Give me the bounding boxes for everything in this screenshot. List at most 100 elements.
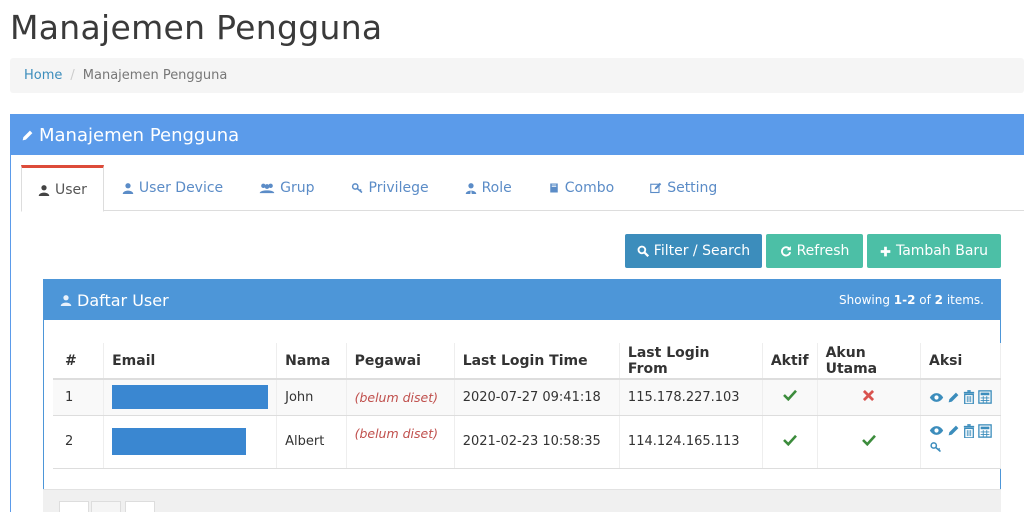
edit-icon [650, 182, 662, 194]
user-list-heading: Daftar User Showing 1-2 of 2 items. [44, 280, 1000, 320]
key-icon [351, 183, 363, 194]
user-icon [38, 184, 50, 196]
row-num: 1 [53, 379, 105, 416]
row-aksi [920, 379, 1001, 416]
add-new-label: Tambah Baru [895, 243, 989, 259]
tab-combo[interactable]: Combo [530, 165, 632, 211]
add-new-button[interactable]: Tambah Baru [867, 234, 1001, 268]
tab-user-device[interactable]: User Device [104, 165, 241, 211]
pagination-page[interactable] [91, 501, 121, 512]
tab-label: Grup [280, 180, 315, 196]
view-eye-icon[interactable] [929, 425, 944, 436]
table-header-row: # Email Nama Pegawai Last Login Time Las… [53, 343, 1001, 380]
page-title: Manajemen Pengguna [10, 8, 383, 47]
tab-user[interactable]: User [21, 165, 104, 212]
email-cell-redacted [103, 379, 278, 416]
tab-label: User [55, 181, 87, 198]
refresh-button[interactable]: Refresh [766, 234, 863, 268]
row-aktif [762, 415, 818, 469]
redaction-block [112, 385, 269, 410]
header-aksi: Aksi [920, 343, 1001, 380]
trash-icon[interactable] [963, 423, 975, 438]
row-num: 2 [53, 415, 105, 469]
header-pegawai[interactable]: Pegawai [346, 343, 455, 380]
table-row: 1 John (belum diset) 2020-07-27 09:41:18… [53, 379, 1001, 416]
cross-icon [863, 389, 875, 401]
summary-suffix: items. [943, 293, 984, 307]
tab-label: User Device [138, 180, 224, 196]
panel-heading: Manajemen Pengguna [11, 115, 1024, 155]
trash-icon[interactable] [963, 390, 975, 405]
user-icon [122, 183, 134, 194]
row-aksi [920, 415, 1001, 469]
header-num[interactable]: # [53, 343, 105, 380]
summary-of: of [915, 293, 935, 307]
row-last-login-from: 114.124.165.113 [619, 415, 763, 469]
header-nama[interactable]: Nama [276, 343, 347, 380]
row-aktif [762, 379, 818, 416]
table-row: 2 Albert (belum diset) 2021-02-23 10:58:… [53, 415, 1001, 469]
breadcrumb-current: Manajemen Pengguna [82, 68, 228, 83]
row-last-login-from: 115.178.227.103 [619, 379, 763, 416]
header-last-login-from[interactable]: Last Login From [619, 343, 763, 380]
pagination-next[interactable] [125, 501, 155, 512]
user-table: # Email Nama Pegawai Last Login Time Las… [53, 343, 1001, 469]
calculator-icon[interactable] [978, 423, 992, 438]
book-icon [550, 183, 558, 193]
calculator-icon[interactable] [978, 390, 992, 405]
tab-label: Combo [564, 180, 615, 196]
header-last-login-time[interactable]: Last Login Time [454, 343, 620, 380]
tab-privilege[interactable]: Privilege [333, 165, 447, 211]
panel-title: Manajemen Pengguna [39, 124, 240, 146]
check-icon [782, 434, 797, 446]
email-cell-redacted [103, 415, 278, 469]
row-nama: John [276, 379, 347, 416]
tab-bar: User User Device Grup Privilege Role Com… [21, 165, 1024, 212]
key-icon[interactable] [929, 441, 943, 453]
summary-total: 2 [934, 293, 943, 307]
tab-label: Setting [667, 180, 718, 196]
user-list-title-text: Daftar User [77, 290, 169, 310]
refresh-label: Refresh [796, 243, 850, 259]
row-akun-utama [817, 379, 922, 416]
user-tie-icon [465, 183, 476, 194]
header-akun-utama[interactable]: Akun Utama [817, 343, 922, 380]
tab-setting[interactable]: Setting [632, 165, 735, 211]
refresh-icon [780, 246, 791, 257]
pencil-icon [22, 130, 33, 140]
check-icon [782, 390, 797, 402]
pagination-area [43, 489, 1001, 512]
row-akun-utama [817, 415, 922, 469]
user-list-title: Daftar User [60, 291, 169, 310]
pagination-prev[interactable] [59, 501, 89, 512]
breadcrumb-home-link[interactable]: Home [24, 68, 62, 83]
tab-grup[interactable]: Grup [241, 165, 332, 211]
redaction-block [112, 428, 247, 455]
summary-range: 1-2 [893, 293, 916, 307]
header-email[interactable]: Email [103, 343, 278, 380]
tab-role[interactable]: Role [447, 165, 530, 211]
plus-icon [880, 246, 891, 256]
row-pegawai: (belum diset) [346, 415, 455, 469]
view-eye-icon[interactable] [929, 392, 944, 403]
row-last-login-time: 2020-07-27 09:41:18 [454, 379, 620, 416]
search-icon [637, 245, 649, 257]
row-pegawai: (belum diset) [346, 379, 455, 416]
breadcrumb: Home / Manajemen Pengguna [10, 58, 1024, 93]
users-icon [259, 183, 275, 194]
user-icon [60, 295, 72, 306]
summary-prefix: Showing [839, 293, 894, 307]
check-icon [861, 434, 876, 446]
tab-label: Role [481, 180, 512, 196]
pagination-summary: Showing 1-2 of 2 items. [839, 293, 984, 307]
tab-label: Privilege [368, 180, 429, 196]
filter-search-button[interactable]: Filter / Search [625, 234, 762, 268]
edit-pencil-icon[interactable] [947, 391, 960, 404]
breadcrumb-separator: / [70, 68, 75, 83]
edit-pencil-icon[interactable] [947, 424, 960, 437]
filter-search-label: Filter / Search [653, 243, 751, 259]
main-panel: Manajemen Pengguna User User Device Grup… [10, 114, 1024, 512]
row-last-login-time: 2021-02-23 10:58:35 [454, 415, 620, 469]
row-nama: Albert [276, 415, 347, 469]
header-aktif[interactable]: Aktif [762, 343, 818, 380]
